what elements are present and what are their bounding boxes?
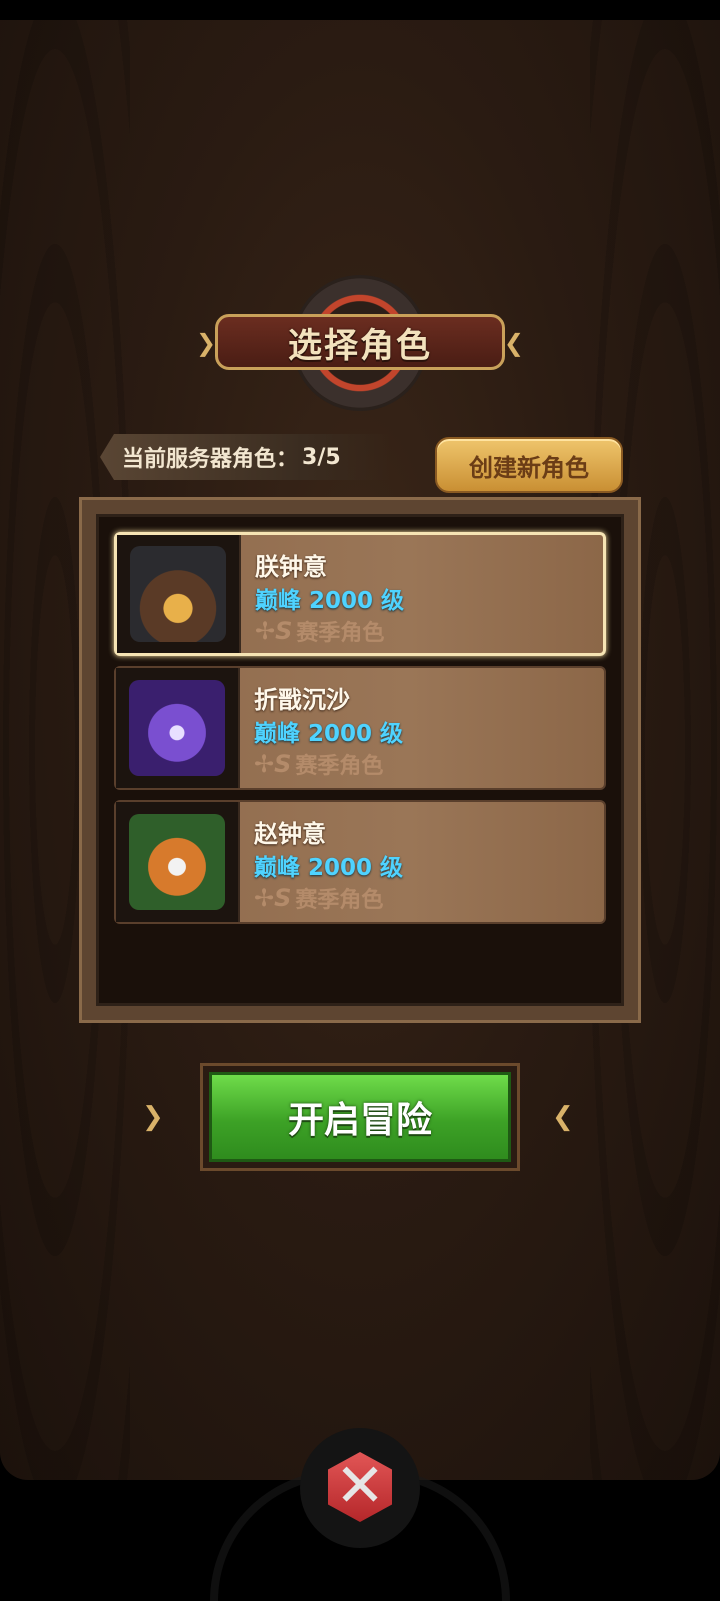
page-title: 选择角色 xyxy=(288,325,432,366)
season-icon: ✢S xyxy=(254,750,292,778)
wizard-avatar-icon xyxy=(129,680,225,776)
season-tag-label: 赛季角色 xyxy=(295,754,384,779)
season-icon: ✢S xyxy=(254,884,292,912)
start-button-frame: 开启冒险 xyxy=(200,1063,520,1171)
status-bar xyxy=(0,0,720,20)
title-banner: ❯ 选择角色 ❮ xyxy=(195,278,525,408)
character-card[interactable]: 赵钟意 巅峰 2000 级 ✢S 赛季角色 xyxy=(114,800,606,924)
title-plate: ❯ 选择角色 ❮ xyxy=(196,314,524,370)
season-tag-label: 赛季角色 xyxy=(295,888,384,913)
season-icon: ✢S xyxy=(255,617,293,645)
avatar xyxy=(117,535,241,653)
left-arrow-icon: ❯ xyxy=(142,1102,164,1132)
left-arrow-icon: ❯ xyxy=(196,329,217,357)
server-info: 当前服务器角色： 3/5 xyxy=(100,434,390,480)
server-count: 3/5 xyxy=(302,444,341,470)
season-tag: ✢S 赛季角色 xyxy=(254,748,383,780)
character-name: 折戬沉沙 xyxy=(254,686,350,714)
start-adventure-button[interactable]: 开启冒险 xyxy=(209,1072,511,1162)
create-character-button[interactable]: 创建新角色 xyxy=(435,437,623,493)
crossed-swords-icon: ✕ xyxy=(334,1451,386,1521)
avatar xyxy=(116,668,240,788)
character-name: 朕钟意 xyxy=(255,553,327,581)
character-level: 巅峰 2000 级 xyxy=(254,721,404,747)
right-arrow-icon: ❮ xyxy=(552,1102,574,1132)
avatar xyxy=(116,802,240,922)
season-tag: ✢S 赛季角色 xyxy=(254,882,383,914)
season-tag: ✢S 赛季角色 xyxy=(255,615,384,647)
fox-avatar-icon xyxy=(129,814,225,910)
character-card[interactable]: 折戬沉沙 巅峰 2000 级 ✢S 赛季角色 xyxy=(114,666,606,790)
character-level: 巅峰 2000 级 xyxy=(254,855,404,881)
emblem: ✕ xyxy=(300,1428,420,1548)
character-name: 赵钟意 xyxy=(254,820,326,848)
season-tag-label: 赛季角色 xyxy=(296,621,385,646)
right-arrow-icon: ❮ xyxy=(503,329,524,357)
character-level: 巅峰 2000 级 xyxy=(255,588,405,614)
server-label: 当前服务器角色： xyxy=(122,447,299,472)
character-card[interactable]: 朕钟意 巅峰 2000 级 ✢S 赛季角色 xyxy=(114,532,606,656)
bear-warrior-avatar-icon xyxy=(130,546,226,642)
